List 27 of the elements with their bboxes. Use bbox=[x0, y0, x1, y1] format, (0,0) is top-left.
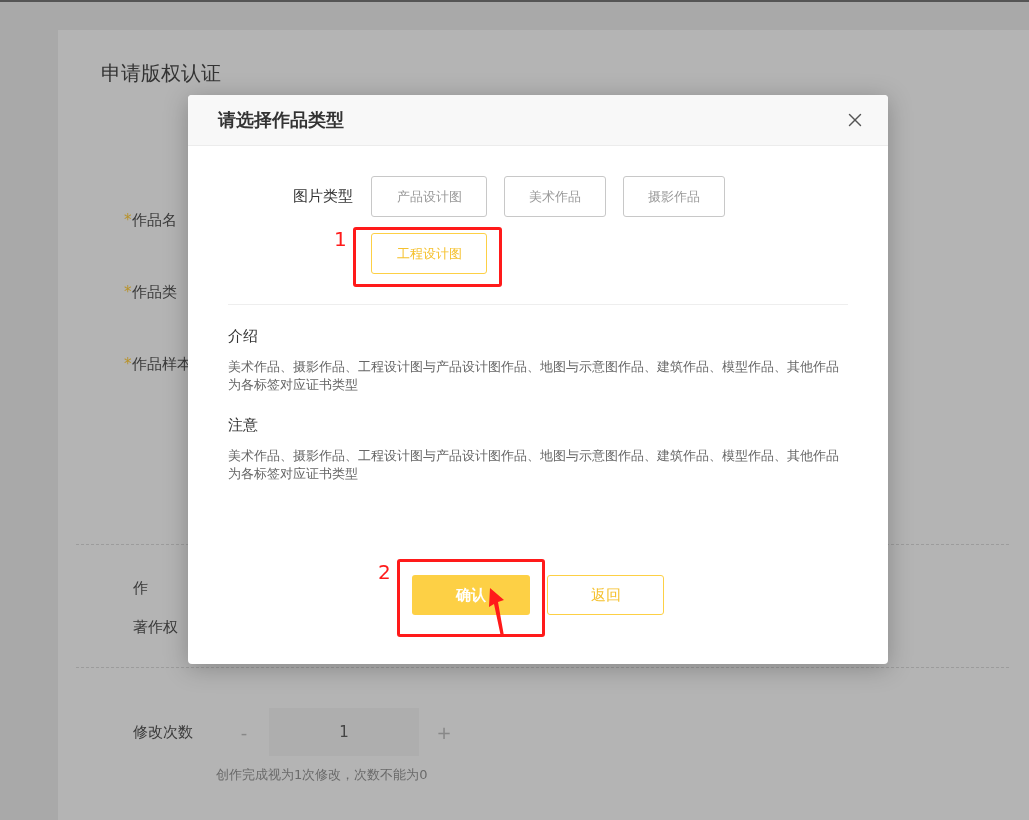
field-label: 作品名 bbox=[131, 210, 177, 230]
required-mark: * bbox=[124, 355, 132, 373]
page-title: 申请版权认证 bbox=[101, 60, 222, 87]
section-heading: 介绍 bbox=[228, 327, 259, 346]
section-text: 美术作品、摄影作品、工程设计图与产品设计图作品、地图与示意图作品、建筑作品、模型作品、其他作品为各标签对应证书类型 bbox=[228, 447, 840, 483]
type-option[interactable]: 摄影作品 bbox=[623, 176, 725, 217]
required-mark: * bbox=[124, 211, 132, 229]
step-number: 2 bbox=[378, 561, 391, 583]
dialog-title: 请选择作品类型 bbox=[218, 108, 344, 132]
field-label: 作品类 bbox=[131, 282, 177, 302]
category-label: 图片类型 bbox=[293, 186, 354, 207]
type-option[interactable]: 工程设计图 bbox=[371, 233, 487, 274]
count-field[interactable]: 1 bbox=[269, 708, 419, 756]
back-button[interactable]: 返回 bbox=[547, 575, 664, 615]
type-option[interactable]: 产品设计图 bbox=[371, 176, 487, 217]
step-number: 1 bbox=[334, 228, 347, 250]
field-label: 作 bbox=[133, 579, 148, 598]
decrement-button[interactable]: - bbox=[229, 721, 259, 743]
field-label: 著作权 bbox=[133, 618, 178, 637]
section-text: 美术作品、摄影作品、工程设计图与产品设计图作品、地图与示意图作品、建筑作品、模型作品、其他作品为各标签对应证书类型 bbox=[228, 358, 840, 394]
type-option[interactable]: 美术作品 bbox=[504, 176, 606, 217]
hint-text: 创作完成视为1次修改，次数不能为0 bbox=[216, 766, 429, 784]
field-label: 修改次数 bbox=[133, 722, 194, 742]
required-mark: * bbox=[124, 283, 132, 301]
increment-button[interactable]: + bbox=[429, 721, 459, 743]
section-heading: 注意 bbox=[228, 416, 259, 435]
confirm-button[interactable]: 确认 bbox=[412, 575, 530, 615]
